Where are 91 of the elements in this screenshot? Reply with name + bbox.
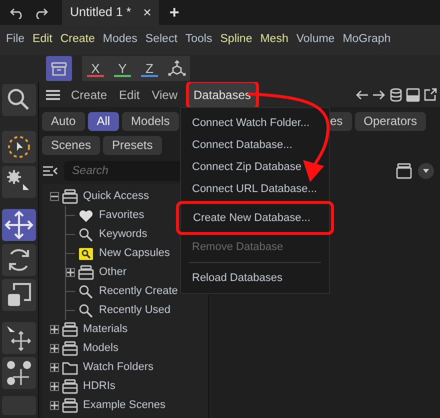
menu-item[interactable]: Volume <box>293 31 338 49</box>
expand-toggle[interactable] <box>50 382 59 391</box>
plus-icon <box>51 383 58 390</box>
folder-icon <box>62 360 78 376</box>
tool-button[interactable] <box>2 244 36 276</box>
dropdown-button[interactable] <box>418 163 434 179</box>
database-icon <box>62 398 78 414</box>
search-icon <box>78 284 94 300</box>
panel-menu-item[interactable]: Create <box>65 84 114 106</box>
panel-menu-item[interactable]: View <box>146 84 184 106</box>
menu-item[interactable]: Edit <box>30 31 56 49</box>
database-icon <box>78 264 94 280</box>
plus-icon <box>51 364 58 371</box>
tool-button[interactable] <box>2 357 36 389</box>
menu-option[interactable]: Connect Watch Folder... <box>181 112 329 134</box>
tool-button[interactable] <box>2 279 36 311</box>
caret-icon <box>422 168 430 174</box>
collapse-icon[interactable] <box>42 165 58 177</box>
add-tab-button[interactable]: + <box>169 0 180 26</box>
database-icon <box>62 322 78 338</box>
tree-item[interactable]: Models <box>83 340 118 357</box>
menu-option[interactable]: Create New Database... <box>178 203 332 233</box>
plus-icon <box>51 345 58 352</box>
filter-chip[interactable]: Auto <box>42 112 85 131</box>
menu-option[interactable]: Reload Databases <box>181 267 329 289</box>
tree-item[interactable]: Watch Folders <box>83 359 154 376</box>
menu-option[interactable]: Connect Database... <box>181 134 329 156</box>
tree-item[interactable]: Favorites <box>99 207 144 224</box>
heart-icon <box>78 208 94 224</box>
search-icon <box>78 302 94 318</box>
filter-chip[interactable]: Operators <box>354 112 426 131</box>
tree-item[interactable]: Recently Create <box>99 283 178 300</box>
panel-icon[interactable] <box>406 88 420 102</box>
stack-icon[interactable] <box>396 163 412 179</box>
panel-menu-item[interactable]: Databases <box>188 82 257 108</box>
undo-icon[interactable] <box>10 6 24 18</box>
collapse-toggle[interactable] <box>50 192 59 201</box>
archive-icon <box>51 62 67 76</box>
axes-icon <box>166 58 186 78</box>
tree-item[interactable]: Other <box>99 264 127 281</box>
menu-item[interactable]: Select <box>142 31 180 49</box>
tool-button[interactable] <box>2 322 36 354</box>
search-icon <box>78 226 94 242</box>
menu-item[interactable]: Modes <box>100 31 140 49</box>
tree-item[interactable]: HDRIs <box>83 378 116 395</box>
tool-button[interactable] <box>2 166 36 198</box>
capsule-icon <box>78 246 94 262</box>
tree-item[interactable]: Quick Access <box>83 188 150 205</box>
document-tab[interactable]: Untitled 1 * × <box>62 0 160 25</box>
filter-chip[interactable]: Presets <box>103 136 162 155</box>
move-icon <box>3 209 35 241</box>
tree-item[interactable]: Keywords <box>99 226 148 243</box>
tree-item[interactable]: New Capsules <box>99 245 170 262</box>
redo-icon[interactable] <box>34 6 48 18</box>
minus-icon <box>51 193 58 200</box>
expand-toggle[interactable] <box>50 344 59 353</box>
database-icon <box>62 188 78 204</box>
menu-item[interactable]: Spline <box>217 31 256 49</box>
tool-button[interactable] <box>2 131 36 163</box>
tree-item[interactable]: Materials <box>83 321 128 338</box>
database-icon <box>62 378 78 394</box>
expand-toggle[interactable] <box>50 401 59 410</box>
filter-chip[interactable]: Scenes <box>42 136 100 155</box>
menu-item[interactable]: Mesh <box>257 31 292 49</box>
tool-button[interactable] <box>2 209 36 241</box>
menu-option[interactable]: Connect URL Database... <box>181 178 329 200</box>
archive-button[interactable] <box>46 56 72 81</box>
expand-toggle[interactable] <box>50 325 59 334</box>
plus-icon <box>51 402 58 409</box>
close-button[interactable]: × <box>143 2 152 23</box>
external-icon[interactable] <box>423 88 437 102</box>
database-icon <box>62 340 78 356</box>
panel-menu-item[interactable]: Edit <box>113 84 146 106</box>
expand-toggle[interactable] <box>66 268 75 277</box>
menu-item[interactable]: MoGraph <box>340 31 394 49</box>
menu-item[interactable]: File <box>3 31 28 49</box>
database-icon[interactable] <box>389 88 403 102</box>
menu-option: Remove Database <box>181 236 329 258</box>
forward-icon[interactable] <box>372 88 386 100</box>
filter-chip[interactable]: Models <box>122 112 179 131</box>
menu-item[interactable]: Create <box>57 31 98 49</box>
tree-item[interactable]: Recently Used <box>99 302 171 319</box>
back-icon[interactable] <box>355 88 369 100</box>
tool-button[interactable] <box>2 84 36 116</box>
tree-item[interactable]: Example Scenes <box>83 397 166 414</box>
menu-item[interactable]: Tools <box>182 31 216 49</box>
menu-icon[interactable] <box>45 88 61 100</box>
plus-icon <box>67 269 74 276</box>
filter-chip[interactable]: All <box>88 112 120 131</box>
expand-toggle[interactable] <box>50 363 59 372</box>
plus-icon <box>51 326 58 333</box>
